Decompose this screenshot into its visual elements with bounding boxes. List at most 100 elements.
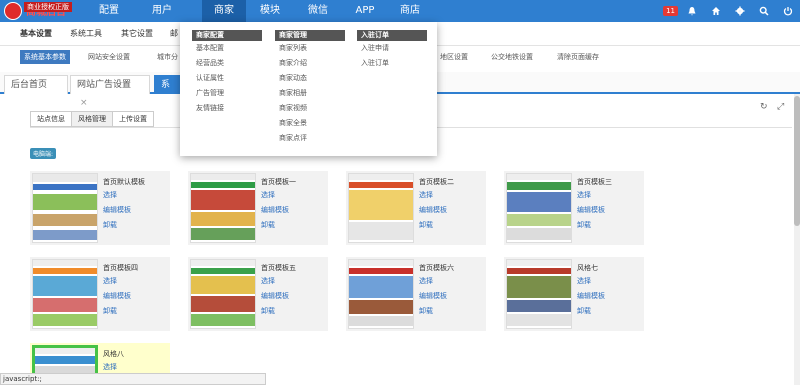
topnav-merchant[interactable]: 商家 [202,0,246,22]
tab-ad-settings[interactable]: 网站广告设置 × [70,75,150,108]
fullscreen-icon[interactable]: ⤢ [777,102,784,112]
merchant-dropdown-menu: 商家配置 基本配置 经营品类 认证属性 广告管理 友情链接 商家管理 商家列表 … [180,22,437,156]
edit-template-link[interactable]: 编辑模板 [103,291,131,301]
uninstall-link[interactable]: 卸载 [103,220,117,230]
menu-item[interactable]: 商家全景 [275,116,345,131]
uninstall-link[interactable]: 卸载 [577,306,591,316]
template-thumbnail[interactable] [506,173,572,243]
close-icon[interactable]: × [80,98,88,108]
template-name: 首页模板五 [261,264,296,272]
logo[interactable]: 商城后台 商业授权正版 [0,0,110,22]
template-thumbnail[interactable] [32,173,98,243]
menu-item[interactable]: 友情链接 [192,101,262,116]
tab-site-info[interactable]: 站点信息 [30,111,72,127]
template-thumbnail[interactable] [506,259,572,329]
subnav-mail[interactable]: 邮 [170,28,178,39]
template-name: 首页模板六 [419,264,454,272]
top-right-tools: 11 [663,0,800,22]
uninstall-link[interactable]: 卸载 [261,306,275,316]
uninstall-link[interactable]: 卸载 [261,220,275,230]
subnav2-clear-cache[interactable]: 清除页面缓存 [557,52,599,62]
template-thumbnail[interactable] [190,173,256,243]
subnav2-security[interactable]: 网站安全设置 [88,52,130,62]
select-link[interactable]: 选择 [103,276,117,286]
refresh-icon[interactable]: ↻ [760,102,768,112]
menu-item[interactable]: 认证属性 [192,71,262,86]
template-name: 首页模板一 [261,178,296,186]
uninstall-link[interactable]: 卸载 [577,220,591,230]
template-thumbnail[interactable] [190,259,256,329]
tab-label: 网站广告设置 [77,80,132,90]
template-thumbnail[interactable] [348,259,414,329]
subnav-basic-settings[interactable]: 基本设置 [20,28,52,39]
subnav-system-tools[interactable]: 系统工具 [70,28,102,39]
dropdown-column: 入驻订单 入驻申请 入驻订单 [357,30,427,71]
topnav-users[interactable]: 用户 [122,0,202,22]
bell-icon[interactable] [680,0,704,22]
topnav-modules[interactable]: 模块 [246,0,294,22]
menu-item[interactable]: 入驻申请 [357,41,427,56]
template-name: 首页模板二 [419,178,454,186]
subnav2-transit[interactable]: 公交地铁设置 [491,52,533,62]
dropdown-column: 商家管理 商家列表 商家介绍 商家动态 商家相册 商家视频 商家全景 商家点评 [275,30,345,146]
menu-item[interactable]: 广告管理 [192,86,262,101]
menu-item[interactable]: 商家点评 [275,131,345,146]
home-icon[interactable] [704,0,728,22]
tab-home[interactable]: 后台首页 [4,75,68,94]
menu-item[interactable]: 入驻订单 [357,56,427,71]
tab-label: 后台首页 [11,80,48,90]
power-icon[interactable] [776,0,800,22]
edit-template-link[interactable]: 编辑模板 [261,205,289,215]
menu-item[interactable]: 商家视频 [275,101,345,116]
edit-template-link[interactable]: 编辑模板 [577,205,605,215]
search-icon[interactable] [752,0,776,22]
template-thumbnail[interactable] [32,259,98,329]
select-link[interactable]: 选择 [577,190,591,200]
scrollbar-thumb[interactable] [794,96,800,226]
menu-item[interactable]: 经营品类 [192,56,262,71]
subnav2-system-params[interactable]: 系统基本参数 [20,50,70,64]
select-link[interactable]: 选择 [261,276,275,286]
subnav2-city[interactable]: 城市分 [157,52,178,62]
template-name: 首页模板三 [577,178,612,186]
edit-template-link[interactable]: 编辑模板 [261,291,289,301]
select-link[interactable]: 选择 [103,362,117,372]
dropdown-heading: 商家管理 [275,30,345,41]
template-name: 首页模板四 [103,264,138,272]
select-link[interactable]: 选择 [577,276,591,286]
tab-label: 系 [161,80,171,90]
uninstall-link[interactable]: 卸载 [419,220,433,230]
topnav-store[interactable]: 商店 [388,0,432,22]
menu-item[interactable]: 商家相册 [275,86,345,101]
browser-status-bar: javascript:; [0,373,266,385]
notification-count: 11 [663,6,678,16]
tab-upload-settings[interactable]: 上传设置 [112,111,154,127]
template-card: 首页默认模板 选择 编辑模板 卸载 [30,171,170,245]
select-link[interactable]: 选择 [261,190,275,200]
select-link[interactable]: 选择 [419,276,433,286]
topnav-wechat[interactable]: 微信 [294,0,342,22]
edit-template-link[interactable]: 编辑模板 [419,205,447,215]
gear-icon[interactable] [728,0,752,22]
select-link[interactable]: 选择 [419,190,433,200]
template-name: 风格七 [577,264,598,272]
menu-item[interactable]: 商家列表 [275,41,345,56]
topnav-config[interactable]: 配置 [96,0,122,22]
subnav2-region[interactable]: 地区设置 [440,52,468,62]
menu-item[interactable]: 商家介绍 [275,56,345,71]
menu-item[interactable]: 商家动态 [275,71,345,86]
uninstall-link[interactable]: 卸载 [103,306,117,316]
tab-style-manage[interactable]: 风格管理 [71,111,113,127]
template-thumbnail[interactable] [348,173,414,243]
settings-tabs: 站点信息 风格管理 上传设置 [30,111,154,127]
topnav-app[interactable]: APP [342,0,388,22]
edit-template-link[interactable]: 编辑模板 [103,205,131,215]
subnav-other-settings[interactable]: 其它设置 [121,28,153,39]
logo-badge-icon [4,2,22,20]
template-card: 首页模板五 选择 编辑模板 卸载 [188,257,328,331]
uninstall-link[interactable]: 卸载 [419,306,433,316]
edit-template-link[interactable]: 编辑模板 [419,291,447,301]
menu-item[interactable]: 基本配置 [192,41,262,56]
edit-template-link[interactable]: 编辑模板 [577,291,605,301]
select-link[interactable]: 选择 [103,190,117,200]
